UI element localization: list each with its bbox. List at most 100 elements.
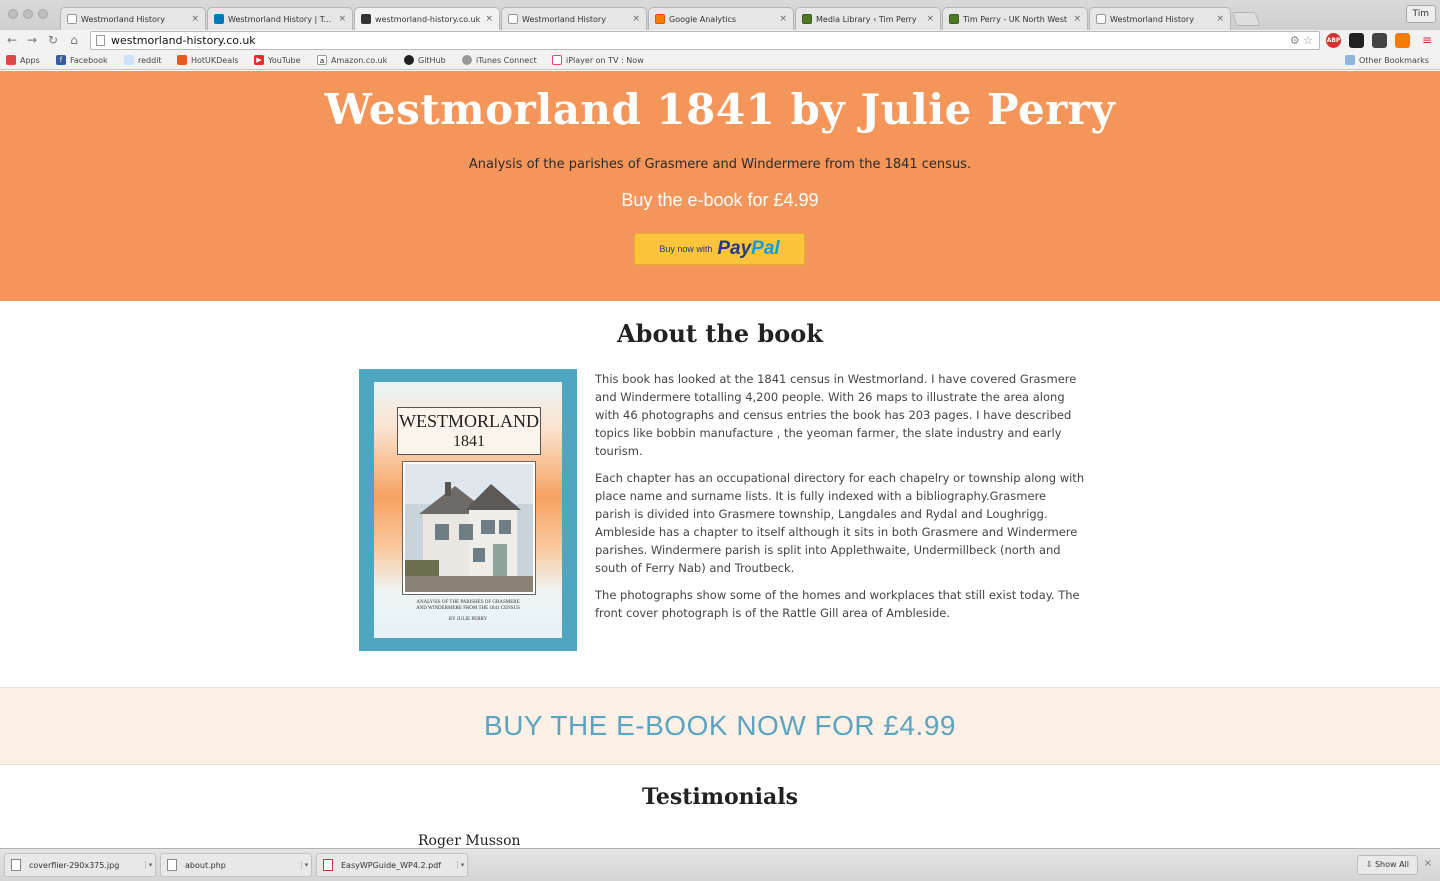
incognito-extension-icon[interactable] (1372, 33, 1387, 48)
bookmark-label: GitHub (418, 55, 446, 65)
back-arrow-icon[interactable]: ← (4, 32, 20, 48)
menu-icon[interactable]: ≡ (1419, 32, 1435, 48)
home-icon[interactable]: ⌂ (66, 32, 82, 48)
folder-icon (1345, 55, 1355, 65)
page-icon (508, 14, 518, 24)
bookmark-label: Apps (20, 55, 40, 65)
web-page: Westmorland 1841 by Julie Perry Analysis… (0, 71, 1440, 848)
image-file-icon (11, 859, 21, 871)
address-bar[interactable]: westmorland-history.co.uk ⚙ ☆ (90, 31, 1320, 50)
close-icon[interactable]: × (632, 14, 640, 24)
chevron-down-icon[interactable]: ▾ (145, 861, 155, 869)
bookmark-itunes-connect[interactable]: iTunes Connect (462, 55, 537, 65)
bookmark-github[interactable]: GitHub (404, 55, 446, 65)
bookmark-label: YouTube (268, 55, 301, 65)
tab-title: Tim Perry - UK North West (963, 14, 1068, 24)
tab-title: Westmorland History (1110, 14, 1194, 24)
download-item-about-php[interactable]: about.php ▾ (160, 853, 312, 877)
media-icon (949, 14, 959, 24)
buy-ebook-link[interactable]: BUY THE E-BOOK NOW FOR £4.99 (484, 710, 956, 741)
bookmark-amazon[interactable]: a Amazon.co.uk (317, 55, 387, 65)
close-icon[interactable]: × (1424, 858, 1432, 869)
tab-westmorland-history-3[interactable]: Westmorland History × (1089, 7, 1231, 30)
other-bookmarks-label: Other Bookmarks (1359, 55, 1429, 65)
analytics-extension-icon[interactable] (1395, 33, 1410, 48)
close-icon[interactable]: × (779, 14, 787, 24)
chevron-down-icon[interactable]: ▾ (301, 861, 311, 869)
tab-westmorland-history-2[interactable]: Westmorland History × (501, 7, 647, 30)
bookmark-label: reddit (138, 55, 162, 65)
close-icon[interactable]: × (1216, 14, 1224, 24)
tab-westmorland-site[interactable]: westmorland-history.co.uk × (354, 7, 500, 30)
page-icon (67, 14, 77, 24)
tab-title: Westmorland History (522, 14, 606, 24)
new-tab-button[interactable] (1231, 12, 1261, 26)
show-all-label: Show All (1374, 860, 1409, 869)
tab-title: Google Analytics (669, 14, 737, 24)
about-description: This book has looked at the 1841 census … (595, 370, 1085, 631)
show-all-downloads-button[interactable]: ⇩ Show All (1356, 855, 1418, 875)
close-icon[interactable]: × (485, 14, 493, 24)
page-icon (96, 35, 105, 46)
about-heading: About the book (617, 319, 823, 348)
cover-photograph (402, 461, 536, 595)
close-icon[interactable]: × (338, 14, 346, 24)
profile-button[interactable]: Tim (1405, 5, 1436, 23)
book-cover-image: WESTMORLAND 1841 ANALYSIS OF THE PARISHE… (359, 369, 577, 651)
tab-title: Westmorland History (81, 14, 165, 24)
download-item-coverflier[interactable]: coverflier-290x375.jpg ▾ (4, 853, 156, 877)
tab-trello[interactable]: Westmorland History | Trello × (207, 7, 353, 30)
forward-arrow-icon[interactable]: → (24, 32, 40, 48)
url-text: westmorland-history.co.uk (111, 34, 256, 47)
bookmark-youtube[interactable]: ▶ YouTube (254, 55, 301, 65)
youtube-icon: ▶ (254, 55, 264, 65)
browser-window: Westmorland History × Westmorland Histor… (0, 0, 1440, 881)
paypal-buy-now-button[interactable]: Buy now with Pay Pal (634, 233, 805, 265)
close-icon[interactable]: × (926, 14, 934, 24)
bookmark-star-icon[interactable]: ⚙ ☆ (1290, 32, 1313, 49)
tab-title: westmorland-history.co.uk (375, 14, 481, 24)
download-filename: coverflier-290x375.jpg (29, 860, 120, 870)
download-filename: EasyWPGuide_WP4.2.pdf (341, 860, 442, 870)
tab-media-library[interactable]: Media Library ‹ Tim Perry × (795, 7, 941, 30)
bookmark-reddit[interactable]: reddit (124, 55, 162, 65)
download-shelf: coverflier-290x375.jpg ▾ about.php ▾ Eas… (0, 848, 1440, 881)
amazon-icon: a (317, 55, 327, 65)
browser-toolbar: ← → ↻ ⌂ westmorland-history.co.uk ⚙ ☆ AB… (0, 30, 1440, 52)
extension-icon[interactable] (1349, 33, 1364, 48)
bookmark-facebook[interactable]: f Facebook (56, 55, 108, 65)
price-line: Buy the e-book for £4.99 (621, 190, 819, 210)
tab-westmorland-history-1[interactable]: Westmorland History × (60, 7, 206, 30)
testimonial-author: Roger Musson (418, 833, 521, 848)
page-subtitle: Analysis of the parishes of Grasmere and… (468, 157, 972, 172)
bookmark-hotukdeals[interactable]: HotUKDeals (177, 55, 239, 65)
pdf-file-icon (323, 859, 333, 871)
download-filename: about.php (185, 860, 226, 870)
bookmark-label: Facebook (70, 55, 108, 65)
minimize-window-button[interactable] (23, 9, 33, 19)
zoom-window-button[interactable] (38, 9, 48, 19)
close-window-button[interactable] (8, 9, 18, 19)
github-icon (404, 55, 414, 65)
chevron-down-icon[interactable]: ▾ (457, 861, 467, 869)
bookmarks-bar: Apps f Facebook reddit HotUKDeals ▶ YouTub… (0, 52, 1440, 70)
adblock-icon[interactable]: ABP (1326, 33, 1341, 48)
bookmark-iplayer[interactable]: iPlayer on TV : Now (552, 55, 644, 65)
other-bookmarks[interactable]: Other Bookmarks (1345, 55, 1429, 65)
page-title: Westmorland 1841 by Julie Perry (324, 85, 1116, 134)
cover-title: WESTMORLAND (399, 411, 539, 431)
close-icon[interactable]: × (1073, 14, 1081, 24)
tab-google-analytics[interactable]: Google Analytics × (648, 7, 794, 30)
book-cover-face: WESTMORLAND 1841 ANALYSIS OF THE PARISHE… (374, 382, 562, 638)
tab-strip: Westmorland History × Westmorland Histor… (0, 0, 1440, 30)
testimonials-heading: Testimonials (641, 784, 799, 810)
download-item-easywpguide[interactable]: EasyWPGuide_WP4.2.pdf ▾ (316, 853, 468, 877)
cover-title-box: WESTMORLAND 1841 (397, 407, 541, 455)
bookmark-label: Amazon.co.uk (331, 55, 388, 65)
reload-icon[interactable]: ↻ (45, 32, 61, 48)
close-icon[interactable]: × (191, 14, 199, 24)
bookmark-apps[interactable]: Apps (6, 55, 40, 65)
tab-tim-perry[interactable]: Tim Perry - UK North West × (942, 7, 1088, 30)
wordpress-icon (361, 14, 371, 24)
about-paragraph: The photographs show some of the homes a… (595, 588, 1080, 620)
